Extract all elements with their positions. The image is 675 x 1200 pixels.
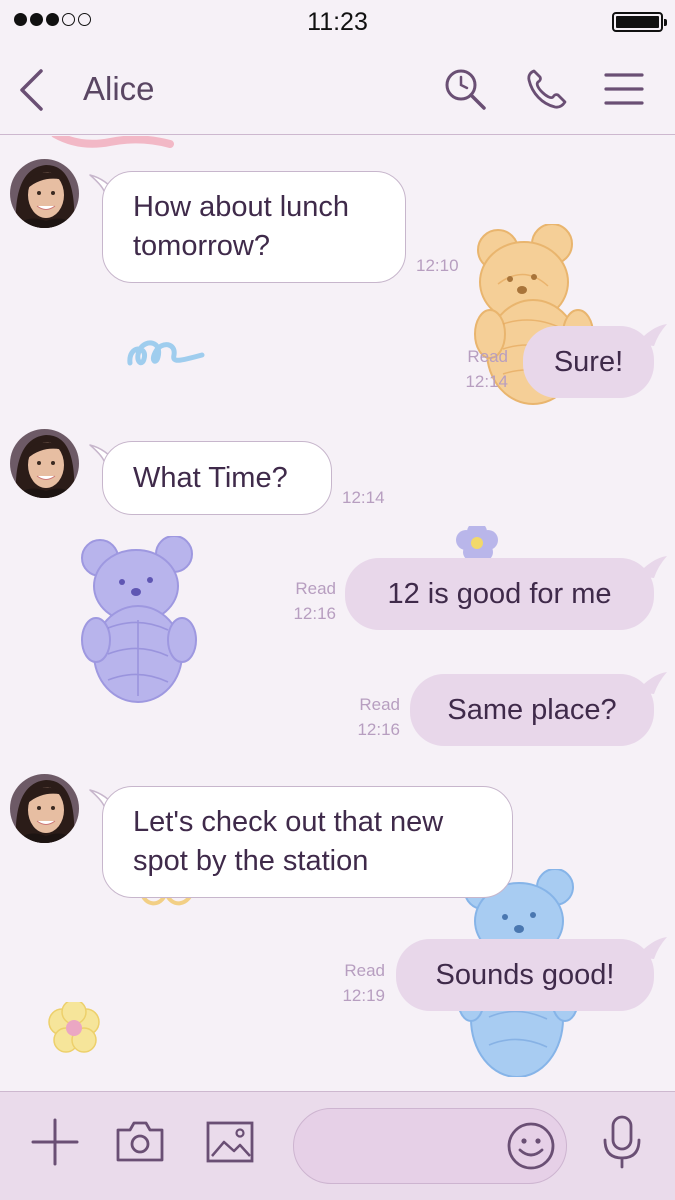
message-text: What Time? <box>133 461 288 494</box>
hamburger-menu-icon[interactable] <box>601 66 647 112</box>
chat-header: Alice <box>0 42 675 135</box>
message-time: 12:19 <box>342 986 385 1005</box>
bubble-tail <box>636 672 667 694</box>
phone-icon[interactable] <box>524 66 570 112</box>
camera-icon[interactable] <box>114 1116 166 1168</box>
yellow-flower-decoration <box>48 1002 100 1053</box>
message-text: Same place? <box>447 693 617 726</box>
message-input[interactable] <box>316 1127 506 1167</box>
message-time: 12:14 <box>342 488 385 507</box>
composer-bar <box>0 1091 675 1200</box>
message-input-wrapper[interactable] <box>293 1108 567 1184</box>
smiley-icon[interactable] <box>505 1120 557 1172</box>
outgoing-message-bubble[interactable]: Same place? <box>410 674 654 746</box>
message-time: 12:14 <box>465 372 508 391</box>
message-line: How about lunch <box>133 191 350 223</box>
search-icon[interactable] <box>442 66 488 112</box>
blue-swirl-decoration <box>127 340 205 366</box>
purple-bear-decoration <box>81 536 197 703</box>
contact-name[interactable]: Alice <box>83 70 155 108</box>
message-text: Sounds good! <box>435 958 615 991</box>
chevron-left-icon[interactable] <box>14 66 50 114</box>
read-receipt: Read <box>467 347 508 366</box>
avatar[interactable] <box>10 159 79 228</box>
battery-icon <box>612 12 667 32</box>
read-receipt: Read <box>295 579 336 598</box>
image-icon[interactable] <box>204 1116 256 1168</box>
microphone-icon[interactable] <box>596 1114 648 1170</box>
message-text: 12 is good for me <box>387 577 612 610</box>
message-line: Let's check out that new <box>133 806 444 838</box>
message-line: spot by the station <box>133 845 369 877</box>
message-text: Sure! <box>553 345 624 378</box>
bubble-tail <box>636 937 667 959</box>
avatar[interactable] <box>10 429 79 498</box>
avatar[interactable] <box>10 774 79 843</box>
incoming-message-bubble[interactable]: Let's check out that new spot by the sta… <box>102 786 513 898</box>
read-receipt: Read <box>359 695 400 714</box>
status-time: 11:23 <box>307 8 368 36</box>
bubble-tail <box>636 556 667 578</box>
plus-icon[interactable] <box>29 1116 81 1168</box>
outgoing-message-bubble[interactable]: 12 is good for me <box>345 558 654 630</box>
chat-thread[interactable]: How about lunch tomorrow? 12:10 Read 12:… <box>0 136 675 1091</box>
incoming-message-bubble[interactable]: How about lunch tomorrow? <box>102 171 406 283</box>
message-time: 12:16 <box>293 604 336 623</box>
message-time: 12:10 <box>416 256 459 275</box>
bubble-tail <box>636 324 667 346</box>
message-time: 12:16 <box>357 720 400 739</box>
outgoing-message-bubble[interactable]: Sounds good! <box>396 939 654 1011</box>
message-line: tomorrow? <box>133 230 270 262</box>
flower-decoration <box>456 526 498 558</box>
pink-scribble-decoration <box>51 136 174 148</box>
outgoing-message-bubble[interactable]: Sure! <box>523 326 654 398</box>
status-bar: 11:23 <box>0 0 675 42</box>
read-receipt: Read <box>344 961 385 980</box>
incoming-message-bubble[interactable]: What Time? <box>102 441 332 515</box>
